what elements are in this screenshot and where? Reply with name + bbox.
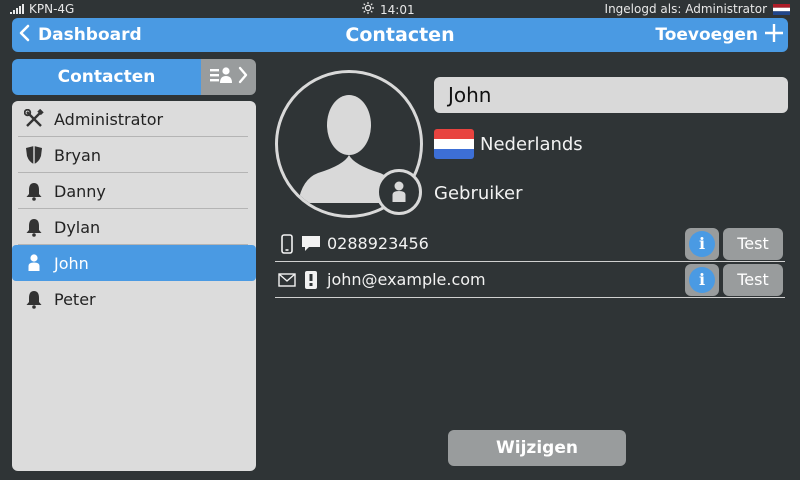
back-label: Dashboard — [38, 25, 142, 45]
info-icon: i — [689, 267, 715, 293]
header-bar: Dashboard Contacten Toevoegen — [12, 18, 788, 52]
phone-row: 0288923456 i Test — [275, 226, 785, 262]
bell-icon — [24, 217, 44, 237]
list-item-label: Dylan — [54, 217, 101, 237]
info-icon: i — [689, 231, 715, 257]
list-item-label: Peter — [54, 289, 96, 309]
list-item-label: Bryan — [54, 145, 101, 165]
email-info-button[interactable]: i — [685, 264, 719, 296]
language-row: Nederlands — [434, 129, 583, 159]
name-field[interactable]: John — [434, 77, 788, 113]
carrier-label: KPN-4G — [29, 2, 75, 16]
phone-info-button[interactable]: i — [685, 228, 719, 260]
clock: 14:01 — [380, 2, 415, 17]
mobile-phone-icon — [275, 233, 299, 254]
add-label: Toevoegen — [655, 25, 758, 45]
dutch-flag-icon — [773, 3, 790, 15]
list-item-administrator[interactable]: Administrator — [12, 101, 256, 137]
plus-icon — [764, 23, 784, 48]
language-label: Nederlands — [480, 133, 583, 155]
list-item-danny[interactable]: Danny — [12, 173, 256, 209]
pager-icon — [299, 270, 323, 290]
envelope-icon — [275, 272, 299, 287]
edit-button[interactable]: Wijzigen — [448, 430, 626, 466]
sidebar-tabbar: Contacten — [12, 59, 256, 95]
list-item-bryan[interactable]: Bryan — [12, 137, 256, 173]
login-status: Ingelogd als: Administrator — [604, 2, 767, 16]
phone-test-button[interactable]: Test — [723, 228, 783, 260]
role-badge-icon — [376, 169, 422, 215]
tools-icon — [24, 109, 44, 129]
shield-icon — [24, 145, 44, 165]
tab-contacts[interactable]: Contacten — [12, 59, 201, 95]
list-item-john[interactable]: John — [12, 245, 256, 281]
contact-groups-button[interactable] — [201, 59, 256, 95]
contact-list: Administrator Bryan Danny Dylan John Pet… — [12, 101, 256, 471]
chevron-right-icon — [238, 66, 248, 88]
list-item-label: John — [54, 253, 89, 273]
back-button[interactable]: Dashboard — [18, 18, 142, 52]
dutch-flag-icon — [434, 129, 474, 159]
list-item-label: Danny — [54, 181, 106, 201]
list-item-label: Administrator — [54, 109, 164, 129]
list-item-dylan[interactable]: Dylan — [12, 209, 256, 245]
sms-icon — [299, 235, 323, 253]
signal-icon — [10, 4, 24, 14]
email-address: john@example.com — [327, 270, 486, 289]
phone-number: 0288923456 — [327, 234, 429, 253]
bell-icon — [24, 289, 44, 309]
status-bar: KPN-4G 14:01 Ingelogd als: Administrator — [0, 0, 800, 18]
contact-list-icon — [209, 65, 234, 89]
email-test-button[interactable]: Test — [723, 264, 783, 296]
brightness-icon — [362, 2, 374, 17]
add-contact-button[interactable]: Toevoegen — [655, 18, 784, 52]
bell-icon — [24, 181, 44, 201]
person-icon — [24, 253, 44, 273]
role-label: Gebruiker — [434, 183, 523, 204]
chevron-left-icon — [18, 24, 30, 47]
email-row: john@example.com i Test — [275, 262, 785, 298]
list-item-peter[interactable]: Peter — [12, 281, 256, 317]
